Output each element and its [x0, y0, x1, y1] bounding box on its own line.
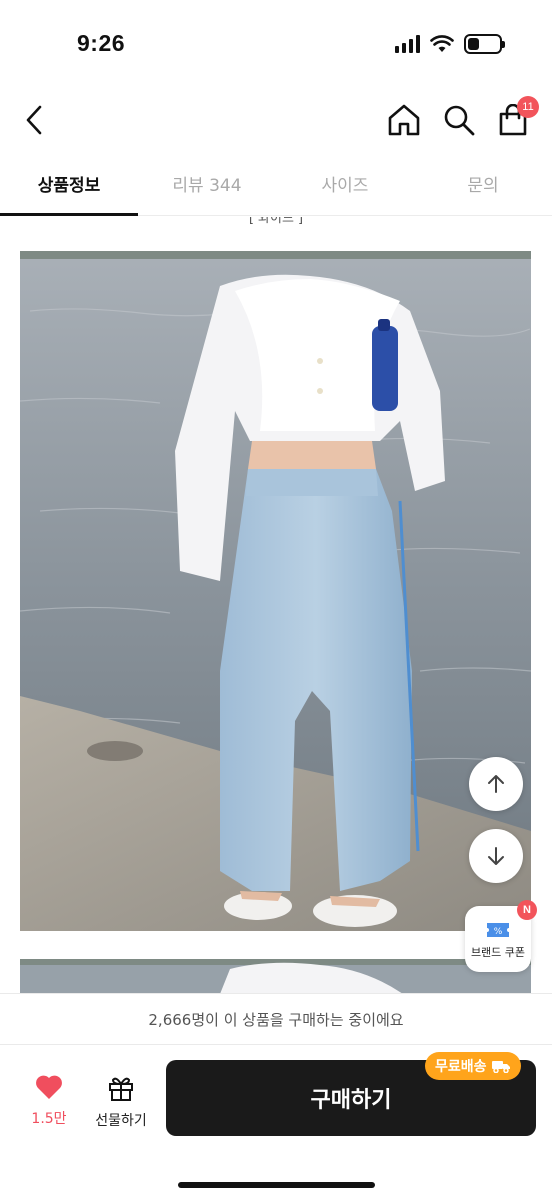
gift-label: 선물하기 — [95, 1113, 147, 1129]
bottom-action-bar: 1.5만 선물하기 구매하기 무료배송 — [0, 1046, 552, 1200]
svg-text:%: % — [494, 927, 503, 937]
cart-button[interactable]: 11 — [493, 96, 539, 140]
gift-icon — [109, 1077, 133, 1101]
product-image-2 — [20, 959, 531, 993]
free-shipping-label: 무료배송 — [435, 1059, 487, 1075]
search-icon — [444, 105, 475, 136]
new-badge: N — [517, 900, 537, 920]
like-count: 1.5만 — [31, 1111, 67, 1127]
status-icons — [395, 33, 505, 55]
coupon-label: 브랜드 쿠폰 — [470, 946, 526, 959]
home-icon — [388, 104, 420, 136]
tab-product-info[interactable]: 상품정보 — [0, 160, 138, 216]
scroll-down-button[interactable] — [469, 829, 523, 883]
tab-reviews[interactable]: 리뷰 344 — [138, 160, 276, 216]
tab-bar: 상품정보 리뷰 344 사이즈 문의 — [0, 160, 552, 216]
active-tab-indicator — [0, 213, 138, 216]
battery-icon — [464, 34, 505, 54]
brand-coupon-button[interactable]: % 브랜드 쿠폰 N — [465, 900, 537, 972]
arrow-up-icon — [488, 775, 504, 793]
chevron-left-icon — [26, 105, 42, 135]
gift-button[interactable]: 선물하기 — [88, 1074, 154, 1130]
heart-icon — [36, 1075, 62, 1099]
wifi-icon — [430, 35, 454, 52]
truck-icon — [491, 1061, 510, 1073]
product-detail-content[interactable]: [ 와이드 ] — [0, 217, 552, 993]
color-caption: [ 와이드 ] — [248, 217, 304, 226]
home-button[interactable] — [384, 100, 424, 140]
product-image — [20, 251, 531, 931]
like-button[interactable]: 1.5만 — [24, 1074, 74, 1128]
home-indicator — [178, 1182, 375, 1188]
buyers-count-banner: 2,666명이 이 상품을 구매하는 중이에요 — [0, 993, 552, 1045]
back-button[interactable] — [14, 100, 54, 140]
status-bar: 9:26 — [0, 0, 552, 88]
arrow-down-icon — [488, 847, 504, 865]
coupon-icon: % — [487, 923, 509, 937]
search-button[interactable] — [439, 100, 479, 140]
tab-size[interactable]: 사이즈 — [276, 160, 414, 216]
cart-count-badge: 11 — [517, 96, 539, 118]
signal-icon — [395, 35, 420, 53]
nav-bar: 11 — [0, 88, 552, 152]
scroll-up-button[interactable] — [469, 757, 523, 811]
battery-level — [468, 38, 479, 50]
free-shipping-badge: 무료배송 — [425, 1052, 521, 1080]
tab-inquiry[interactable]: 문의 — [414, 160, 552, 216]
status-time: 9:26 — [77, 30, 126, 56]
